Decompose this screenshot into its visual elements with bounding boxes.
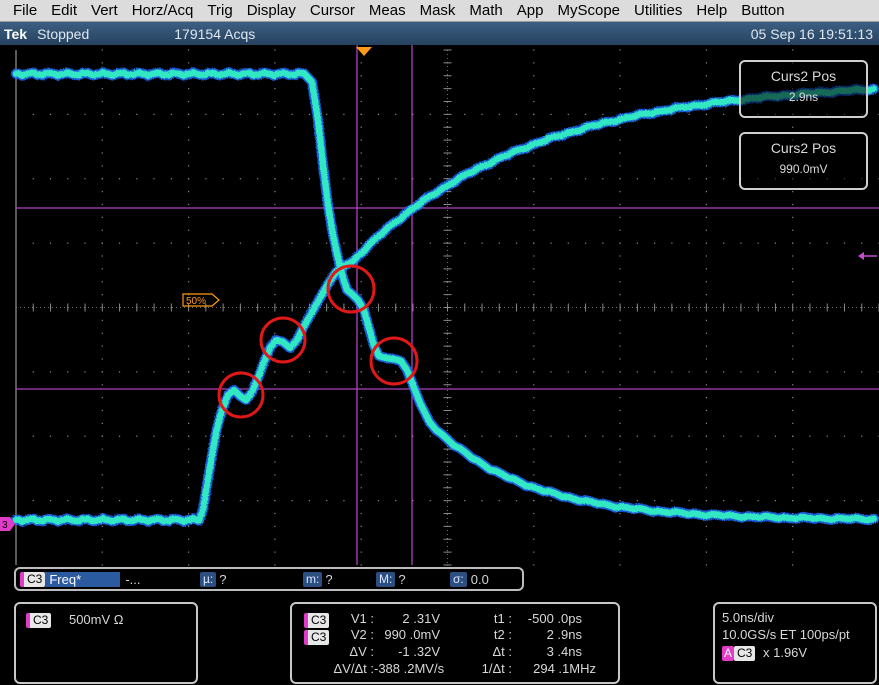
acquisition-count: 179154 Acqs	[174, 25, 256, 42]
menu-mask[interactable]: Mask	[413, 2, 463, 19]
menu-edit[interactable]: Edit	[44, 2, 84, 19]
trigger-source-badge: A	[722, 646, 735, 661]
date-time: 05 Sep 16 19:51:13	[750, 25, 873, 42]
slope-label: ΔV/Δt :	[333, 661, 375, 676]
trigger-level-flag-text: 50%	[186, 296, 206, 307]
cursor-readout-panel[interactable]: C3 C3 V1 : 2 .31V V2 : 990 .0mV ΔV : -1 …	[290, 602, 620, 684]
menu-horz-acq[interactable]: Horz/Acq	[125, 2, 201, 19]
v1-value: 2 .31V	[402, 611, 440, 626]
t1-label: t1 :	[493, 611, 512, 626]
cursor-volt-position-value: 990.0mV	[779, 162, 828, 176]
cursor-volt-position-label: Curs2 Pos	[770, 140, 837, 156]
v1-label: V1 :	[350, 611, 374, 626]
menu-utilities[interactable]: Utilities	[627, 2, 689, 19]
mean-label: µ:	[200, 572, 217, 587]
menu-myscope[interactable]: MyScope	[550, 2, 627, 19]
trigger-position-icon[interactable]	[356, 47, 372, 56]
std-dev-label: σ:	[450, 572, 467, 587]
max-value: ?	[398, 572, 406, 587]
slope-value: -388 .2MV/s	[374, 661, 445, 676]
menu-file[interactable]: File	[6, 2, 44, 19]
measurement-channel-badge: C3	[20, 572, 46, 587]
timebase-panel[interactable]: 5.0ns/div 10.0GS/s ET 100ps/pt A C3 x 1.9…	[713, 602, 877, 684]
trigger-level-flag[interactable]: 50%	[182, 293, 220, 307]
trigger-level-arrow-icon[interactable]	[858, 252, 877, 260]
inverse-delta-t-label: 1/Δt :	[481, 661, 512, 676]
menu-button[interactable]: Button	[734, 2, 791, 19]
delta-v-label: ΔV :	[349, 644, 374, 659]
trigger-channel-badge: C3	[734, 646, 756, 661]
cursor-time-position-value: 2.9ns	[788, 90, 819, 104]
t1-value: -500 .0ps	[527, 611, 582, 626]
waveform-display[interactable]: 50% 3	[0, 45, 879, 595]
menu-math[interactable]: Math	[462, 2, 509, 19]
t2-label: t2 :	[493, 627, 512, 642]
menu-trig[interactable]: Trig	[200, 2, 239, 19]
channel-3-panel[interactable]: C3 500mV Ω	[14, 602, 198, 684]
channel-ground-label: 3	[2, 520, 8, 531]
std-dev-value: 0.0	[470, 572, 489, 587]
status-bar: Tek Stopped 179154 Acqs 05 Sep 16 19:51:…	[0, 22, 879, 45]
max-label: M:	[376, 572, 396, 587]
measurement-strip[interactable]: C3 Freq* -... µ: ? m: ? M: ? σ: 0.0	[14, 567, 524, 591]
trigger-level: x 1.96V	[762, 645, 808, 660]
cursor-time-position-box[interactable]: Curs2 Pos 2.9ns	[739, 60, 868, 118]
v2-label: V2 :	[350, 627, 374, 642]
measurement-name[interactable]: Freq*	[45, 572, 121, 587]
inverse-delta-t-value: 294 .1MHz	[533, 661, 596, 676]
menu-bar: File Edit Vert Horz/Acq Trig Display Cur…	[0, 0, 879, 22]
menu-vert[interactable]: Vert	[84, 2, 125, 19]
graticule	[15, 49, 879, 566]
horizontal-scale: 5.0ns/div	[722, 610, 775, 625]
brand-logo: Tek	[4, 25, 28, 42]
cursor-volt-position-box[interactable]: Curs2 Pos 990.0mV	[739, 132, 868, 190]
sample-rate: 10.0GS/s ET 100ps/pt	[722, 627, 850, 642]
min-label: m:	[303, 572, 323, 587]
min-value: ?	[325, 572, 333, 587]
v2-value: 990 .0mV	[384, 627, 440, 642]
delta-v-value: -1 .32V	[398, 644, 440, 659]
menu-meas[interactable]: Meas	[362, 2, 413, 19]
t2-value: 2 .9ns	[546, 627, 582, 642]
channel-3-badge: C3	[26, 613, 52, 628]
delta-t-value: 3 .4ns	[546, 644, 582, 659]
menu-app[interactable]: App	[510, 2, 551, 19]
menu-help[interactable]: Help	[689, 2, 734, 19]
measurement-value: -...	[125, 572, 141, 587]
delta-t-label: Δt :	[492, 644, 512, 659]
menu-cursor[interactable]: Cursor	[303, 2, 362, 19]
mean-value: ?	[219, 572, 227, 587]
cursor-time-position-label: Curs2 Pos	[770, 68, 837, 84]
acquisition-state[interactable]: Stopped	[37, 26, 89, 42]
channel-3-scale: 500mV Ω	[68, 612, 124, 627]
menu-display[interactable]: Display	[240, 2, 303, 19]
